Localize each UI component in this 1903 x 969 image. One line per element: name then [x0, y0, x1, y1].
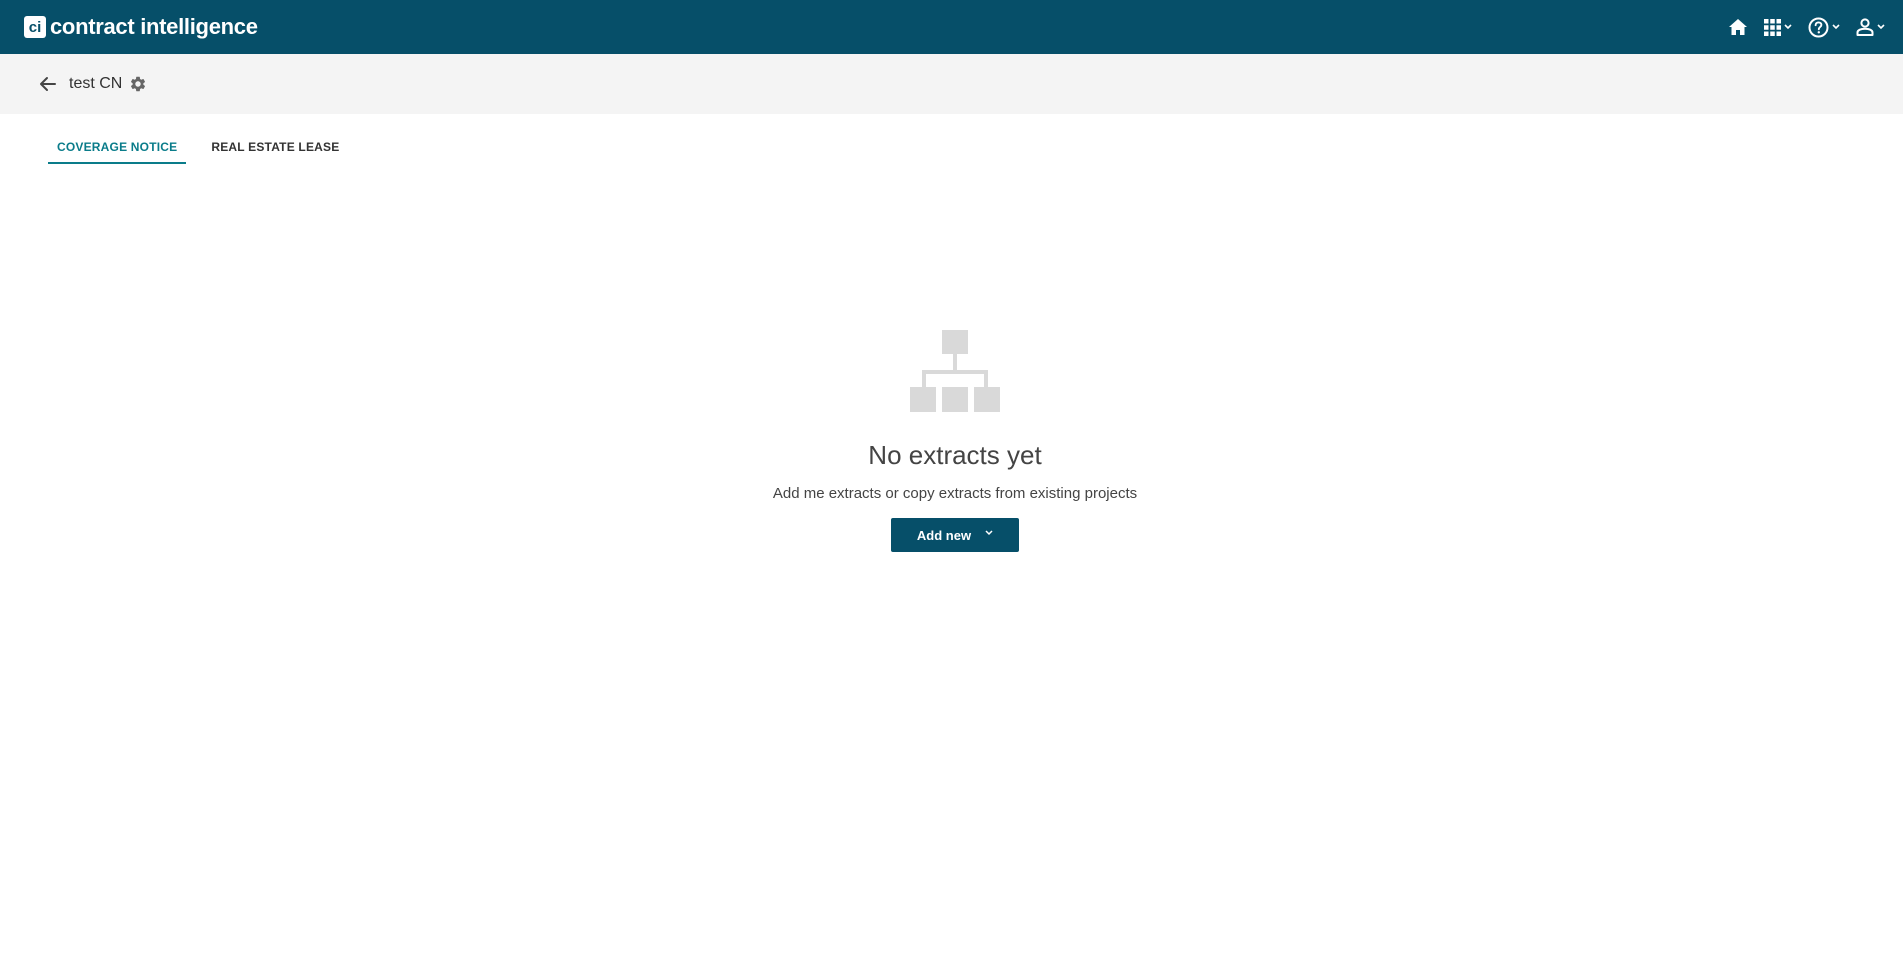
logo-text: contract intelligence — [50, 14, 258, 39]
add-new-button[interactable]: Add new — [891, 518, 1019, 552]
help-menu-button[interactable] — [1808, 17, 1840, 38]
chevron-down-icon — [1832, 24, 1840, 30]
add-new-button-label: Add new — [916, 527, 972, 543]
user-menu-button[interactable] — [1856, 18, 1885, 36]
help-icon — [1808, 17, 1829, 37]
chevron-down-icon — [1784, 24, 1792, 30]
project-header: test CN — [0, 54, 1903, 114]
settings-button[interactable] — [129, 75, 147, 93]
tab-coverage-notice[interactable]: COVERAGE NOTICE — [48, 132, 187, 164]
user-icon — [1856, 18, 1874, 36]
empty-state-title: No extracts yet — [868, 440, 1042, 470]
back-button[interactable] — [38, 74, 58, 94]
top-actions — [1712, 0, 1885, 54]
chevron-down-icon — [1877, 24, 1885, 30]
empty-state-subtitle: Add me extracts or copy extracts from ex… — [772, 485, 1138, 502]
home-button[interactable] — [1728, 18, 1748, 36]
top-navbar: ci contract intelligence — [0, 0, 1903, 54]
logo[interactable]: ci contract intelligence — [24, 14, 258, 40]
empty-state: No extracts yet Add me extracts or copy … — [0, 330, 1903, 552]
apps-menu-button[interactable] — [1764, 18, 1792, 36]
tab-real-estate-lease[interactable]: REAL ESTATE LEASE — [202, 132, 348, 164]
logo-badge: ci — [24, 16, 46, 38]
home-icon — [1729, 19, 1747, 35]
project-title: test CN — [69, 75, 123, 92]
apps-grid-icon — [1764, 18, 1781, 36]
document-type-tabs: COVERAGE NOTICE REAL ESTATE LEASE — [48, 132, 364, 164]
chevron-down-icon — [985, 530, 993, 536]
arrow-left-icon — [40, 77, 56, 91]
sitemap-icon — [910, 330, 1000, 412]
gear-icon — [130, 76, 146, 92]
